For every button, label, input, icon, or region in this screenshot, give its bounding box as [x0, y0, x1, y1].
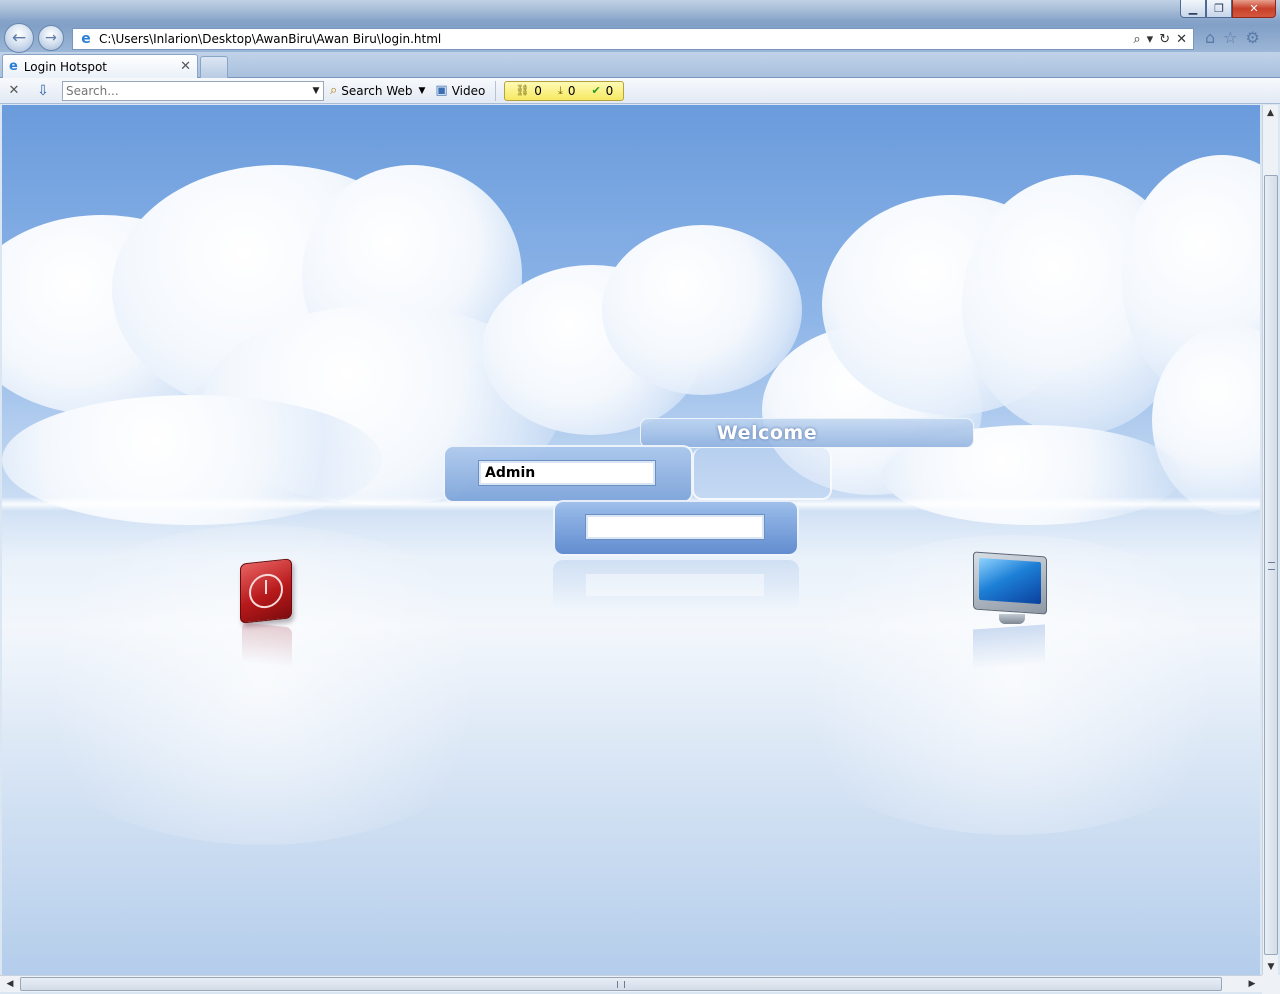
- check-icon: ✔: [591, 84, 601, 97]
- back-arrow-icon: ←: [11, 28, 27, 48]
- window-controls: ▁ ❐ ✕: [1180, 0, 1276, 18]
- search-web-button[interactable]: ⌕ Search Web: [324, 80, 418, 102]
- power-symbol: [249, 572, 283, 610]
- counter-checks: ✔ 0: [591, 84, 613, 98]
- link-icon: ⛓: [515, 84, 530, 97]
- power-icon-reflection: [242, 622, 292, 668]
- counter-downloads-value: 0: [567, 83, 576, 98]
- username-input[interactable]: [478, 460, 656, 486]
- status-counters[interactable]: ⛓ 0 ⤓ 0 ✔ 0: [504, 80, 625, 101]
- counter-checks-value: 0: [605, 83, 614, 98]
- ie-tab-icon: e: [9, 59, 18, 74]
- tab-login-hotspot[interactable]: e Login Hotspot ✕: [2, 54, 198, 78]
- video-button[interactable]: ▣ Video: [429, 80, 491, 102]
- cloud: [602, 225, 802, 395]
- back-button[interactable]: ←: [4, 23, 34, 53]
- close-window-button[interactable]: ✕: [1232, 0, 1276, 18]
- search-web-dropdown-icon[interactable]: ▼: [418, 86, 425, 96]
- video-icon: ▣: [435, 83, 448, 98]
- minimize-button[interactable]: ▁: [1180, 0, 1206, 18]
- vertical-scroll-thumb[interactable]: [1264, 175, 1278, 955]
- login-panel-connector: [692, 448, 832, 500]
- scroll-right-arrow[interactable]: ▶: [1244, 976, 1260, 992]
- ie-page-icon: e: [81, 31, 91, 47]
- counter-links: ⛓ 0: [515, 84, 542, 98]
- address-bar[interactable]: e C:\Users\Inlarion\Desktop\AwanBiru\Awa…: [72, 28, 1194, 50]
- search-dropdown-icon[interactable]: ▼: [309, 86, 323, 96]
- horizontal-scroll-thumb[interactable]: [20, 977, 1222, 991]
- scroll-grip: [1268, 562, 1275, 570]
- scroll-grip: [617, 981, 625, 988]
- power-icon[interactable]: [240, 558, 292, 624]
- scroll-left-arrow[interactable]: ◀: [2, 976, 18, 992]
- favorites-star-icon[interactable]: ☆: [1223, 28, 1237, 47]
- scrollbar-corner: [1262, 975, 1280, 994]
- toolbar-search-box: ▼: [62, 80, 324, 101]
- search-input[interactable]: [63, 81, 309, 100]
- password-input[interactable]: [585, 514, 765, 540]
- home-icon[interactable]: ⌂: [1205, 28, 1215, 47]
- toolbar-close-icon[interactable]: ✕: [0, 83, 28, 98]
- tab-close-icon[interactable]: ✕: [180, 59, 191, 74]
- address-tools: ⌕ ▾ ↻ ✕: [1133, 32, 1193, 47]
- monitor-icon-reflection: [973, 624, 1045, 670]
- welcome-banner: Welcome: [640, 418, 974, 448]
- forward-button[interactable]: →: [38, 25, 64, 51]
- monitor-stand: [999, 614, 1025, 624]
- tab-title: Login Hotspot: [23, 59, 108, 74]
- scroll-down-arrow[interactable]: ▼: [1263, 959, 1279, 975]
- stop-icon[interactable]: ✕: [1176, 32, 1187, 47]
- counter-downloads: ⤓ 0: [558, 84, 576, 98]
- search-icon[interactable]: ⌕: [1133, 32, 1140, 47]
- monitor-screen: [973, 551, 1047, 615]
- restore-button[interactable]: ❐: [1206, 0, 1232, 18]
- refresh-icon[interactable]: ↻: [1159, 32, 1170, 47]
- tab-row: e Login Hotspot ✕: [0, 52, 1280, 78]
- search-web-label: Search Web: [341, 83, 413, 98]
- download-icon: ⤓: [557, 83, 563, 97]
- gear-icon[interactable]: ⚙: [1246, 28, 1260, 47]
- page-content: Welcome: [2, 105, 1260, 975]
- monitor-icon[interactable]: [973, 551, 1047, 624]
- toolbar-separator: [495, 80, 497, 101]
- video-label: Video: [451, 83, 486, 98]
- counter-links-value: 0: [534, 83, 542, 98]
- field-reflection: [586, 574, 764, 596]
- scroll-up-arrow[interactable]: ▲: [1263, 105, 1278, 121]
- horizontal-scrollbar[interactable]: ◀ ▶: [0, 975, 1262, 992]
- magnifier-icon: ⌕: [330, 83, 338, 98]
- chevron-down-icon[interactable]: ▾: [1147, 32, 1154, 47]
- address-url[interactable]: C:\Users\Inlarion\Desktop\AwanBiru\Awan …: [99, 32, 1133, 46]
- download-menu-icon[interactable]: ⇩: [28, 81, 58, 101]
- welcome-text: Welcome: [716, 422, 818, 444]
- new-tab-button[interactable]: [200, 56, 228, 78]
- password-panel-reflection: [553, 560, 799, 610]
- browser-right-icons: ⌂ ☆ ⚙: [1205, 28, 1260, 47]
- vertical-scrollbar[interactable]: ▲ ▼: [1262, 105, 1278, 975]
- forward-arrow-icon: →: [45, 30, 57, 46]
- command-toolbar: ✕ ⇩ ▼ ⌕ Search Web ▼ ▣ Video ⛓ 0 ⤓ 0 ✔ 0: [0, 78, 1280, 104]
